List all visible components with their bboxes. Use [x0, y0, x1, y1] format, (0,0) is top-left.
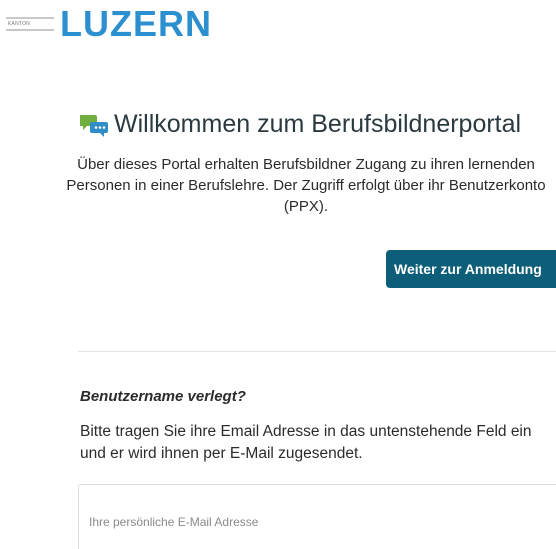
logo-small-label: KANTON: [8, 21, 30, 27]
forgot-username-heading: Benutzername verlegt?: [80, 388, 246, 405]
welcome-heading: Willkommen zum Berufsbildnerportal: [80, 110, 521, 139]
intro-text: Über dieses Portal erhalten Berufsbildne…: [66, 156, 546, 215]
chat-bubbles-icon: [80, 114, 108, 137]
luzern-logo[interactable]: KANTON LUZERN: [6, 6, 212, 42]
logo-wordmark: LUZERN: [60, 3, 212, 44]
section-divider: [78, 351, 556, 352]
logo-mark: KANTON: [6, 17, 54, 31]
page-title: Willkommen zum Berufsbildnerportal: [114, 110, 522, 138]
continue-to-login-button[interactable]: Weiter zur Anmeldung: [386, 250, 556, 288]
email-field[interactable]: [78, 484, 556, 549]
forgot-username-text: Bitte tragen Sie ihre Email Adresse in d…: [80, 423, 532, 462]
page: KANTON LUZERN Willkommen zum Berufsbildn…: [0, 0, 556, 549]
